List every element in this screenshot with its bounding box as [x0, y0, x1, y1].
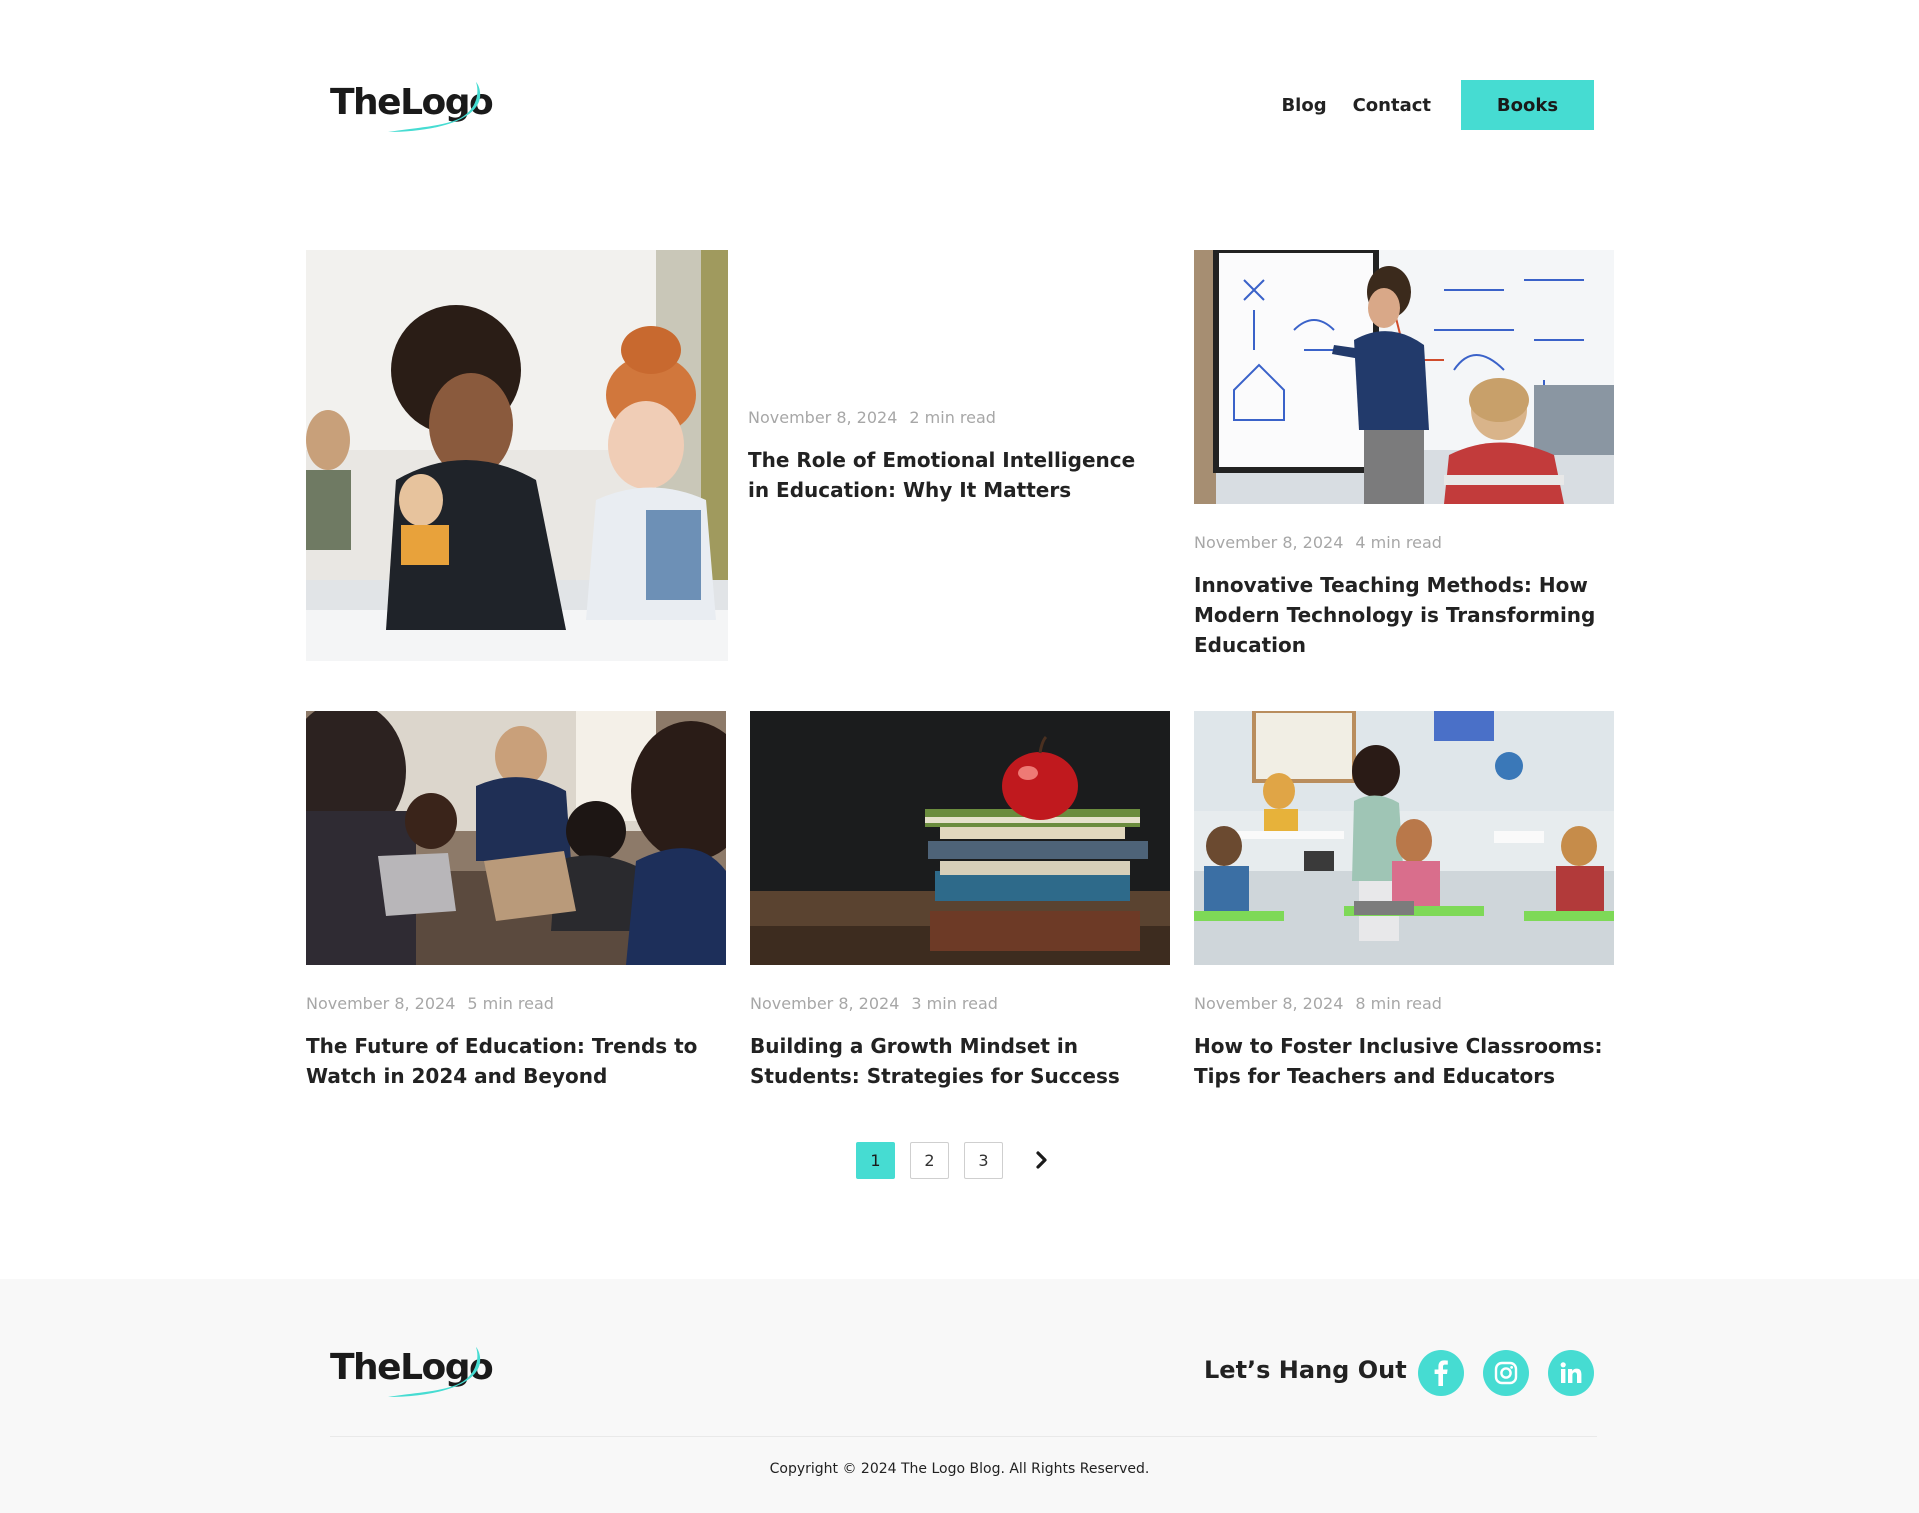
post-title[interactable]: Innovative Teaching Methods: How Modern … — [1194, 570, 1614, 660]
post-photo-whiteboard — [1194, 250, 1614, 504]
post-meta: November 8, 2024 3 min read — [750, 994, 998, 1013]
linkedin-link[interactable] — [1548, 1350, 1594, 1396]
post-meta: November 8, 2024 2 min read — [748, 408, 996, 427]
post-photo-teacher-student — [306, 250, 728, 661]
post-meta: November 8, 2024 8 min read — [1194, 994, 1442, 1013]
post-title[interactable]: The Future of Education: Trends to Watch… — [306, 1031, 730, 1091]
social-links — [1418, 1350, 1594, 1396]
linkedin-icon — [1560, 1362, 1582, 1383]
post-date: November 8, 2024 — [1194, 994, 1344, 1013]
facebook-icon — [1434, 1360, 1448, 1386]
site-footer: TheLogo Let’s Hang Out Copyright © 2024 … — [0, 1279, 1919, 1513]
post-image[interactable] — [306, 711, 726, 965]
main-nav: Blog Contact Books — [1281, 80, 1594, 130]
pagination: 1 2 3 — [856, 1141, 1054, 1179]
footer-divider — [330, 1436, 1597, 1437]
next-page-button[interactable] — [1030, 1145, 1054, 1175]
post-date: November 8, 2024 — [748, 408, 898, 427]
site-logo[interactable]: TheLogo — [330, 82, 494, 138]
copyright-text: Copyright © 2024 The Logo Blog. All Righ… — [769, 1461, 1150, 1477]
post-date: November 8, 2024 — [306, 994, 456, 1013]
post-title[interactable]: Building a Growth Mindset in Students: S… — [750, 1031, 1170, 1091]
page-3-button[interactable]: 3 — [964, 1141, 1003, 1179]
post-read-time: 8 min read — [1355, 994, 1442, 1013]
post-read-time: 3 min read — [911, 994, 998, 1013]
nav-link-blog[interactable]: Blog — [1281, 95, 1326, 116]
post-read-time: 2 min read — [909, 408, 996, 427]
site-header: TheLogo Blog Contact Books — [0, 0, 1919, 220]
page-2-button[interactable]: 2 — [910, 1141, 949, 1179]
post-meta: November 8, 2024 5 min read — [306, 994, 554, 1013]
post-image[interactable] — [1194, 250, 1614, 504]
instagram-icon — [1494, 1361, 1518, 1385]
post-image[interactable] — [1194, 711, 1614, 965]
post-read-time: 4 min read — [1355, 533, 1442, 552]
post-title[interactable]: The Role of Emotional Intelligence in Ed… — [748, 445, 1148, 505]
post-meta: November 8, 2024 4 min read — [1194, 533, 1442, 552]
post-read-time: 5 min read — [467, 994, 554, 1013]
instagram-link[interactable] — [1483, 1350, 1529, 1396]
post-photo-classroom — [1194, 711, 1614, 965]
chevron-right-icon — [1036, 1151, 1047, 1169]
post-image[interactable] — [306, 250, 728, 661]
logo-swoosh-icon — [388, 82, 481, 132]
post-date: November 8, 2024 — [750, 994, 900, 1013]
post-photo-laptops — [306, 711, 726, 965]
page-1-button[interactable]: 1 — [856, 1141, 895, 1179]
post-image[interactable] — [750, 711, 1170, 965]
footer-tagline: Let’s Hang Out — [1204, 1356, 1407, 1384]
footer-logo[interactable]: TheLogo — [330, 1347, 494, 1403]
facebook-link[interactable] — [1418, 1350, 1464, 1396]
logo-swoosh-icon — [388, 1347, 481, 1397]
post-photo-apple-books — [750, 711, 1170, 965]
nav-link-contact[interactable]: Contact — [1353, 95, 1431, 116]
post-date: November 8, 2024 — [1194, 533, 1344, 552]
books-button[interactable]: Books — [1461, 80, 1594, 130]
post-title[interactable]: How to Foster Inclusive Classrooms: Tips… — [1194, 1031, 1618, 1091]
